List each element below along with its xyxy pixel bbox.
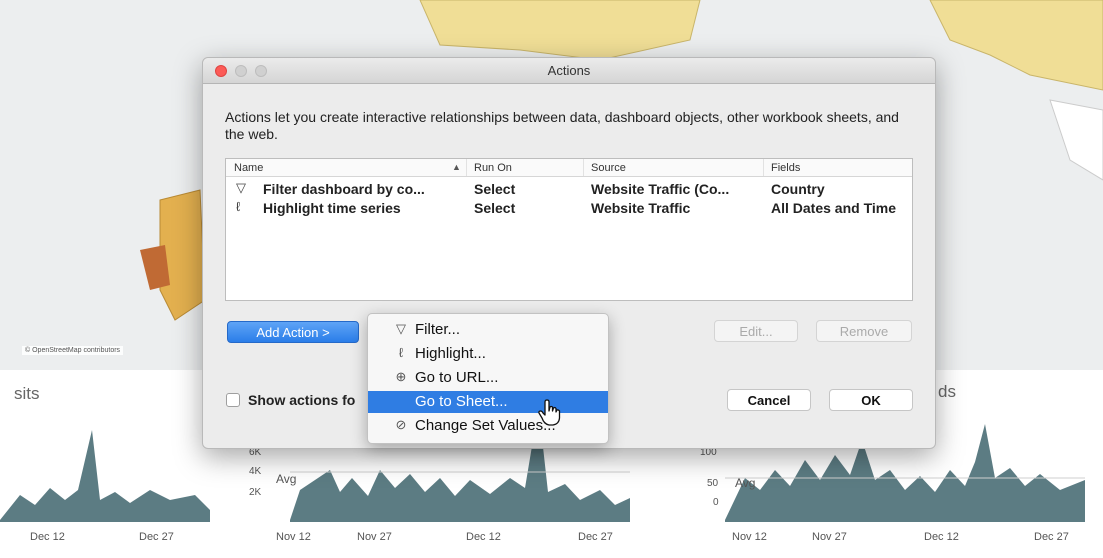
menu-item-filter[interactable]: ▽ Filter... xyxy=(368,319,608,341)
mid-x-tick: Nov 12 xyxy=(276,531,311,543)
right-chart-title: ds xyxy=(938,382,956,401)
col-header-name[interactable]: Name xyxy=(234,162,263,174)
left-chart-title: sits xyxy=(14,384,40,403)
left-x-tick: Dec 12 xyxy=(30,531,65,543)
edit-button[interactable]: Edit... xyxy=(714,320,798,342)
menu-item-go-to-sheet[interactable]: Go to Sheet... xyxy=(368,391,608,413)
row-fields: Country xyxy=(771,181,825,197)
table-row[interactable]: ℓ Highlight time series Select Website T… xyxy=(226,198,912,217)
right-x-tick: Nov 27 xyxy=(812,531,847,543)
menu-item-label: Change Set Values... xyxy=(415,417,556,434)
row-run-on: Select xyxy=(474,181,516,197)
actions-table: Name ▲ Run On Source Fields ▽ Filter das… xyxy=(225,158,913,301)
menu-item-label: Go to Sheet... xyxy=(415,393,508,410)
right-y-tick: 0 xyxy=(713,497,719,508)
mid-x-tick: Dec 27 xyxy=(578,531,613,543)
highlight-icon: ℓ xyxy=(236,199,241,214)
menu-item-label: Filter... xyxy=(415,321,461,338)
right-y-tick: 50 xyxy=(707,478,719,489)
dialog-description: Actions let you create interactive relat… xyxy=(225,109,899,142)
row-name: Highlight time series xyxy=(263,200,401,216)
menu-item-change-set-values[interactable]: ⊘ Change Set Values... xyxy=(368,415,608,437)
row-run-on: Select xyxy=(474,200,516,216)
filter-icon: ▽ xyxy=(236,180,246,195)
remove-button[interactable]: Remove xyxy=(816,320,912,342)
right-x-tick: Dec 27 xyxy=(1034,531,1069,543)
osm-credit: © OpenStreetMap contributors xyxy=(22,346,124,355)
ok-button[interactable]: OK xyxy=(829,389,913,411)
menu-item-label: Highlight... xyxy=(415,345,486,362)
col-header-source[interactable]: Source xyxy=(591,162,626,174)
col-header-run-on[interactable]: Run On xyxy=(474,162,512,174)
mid-x-tick: Dec 12 xyxy=(466,531,501,543)
col-header-fields[interactable]: Fields xyxy=(771,162,800,174)
highlight-icon: ℓ xyxy=(398,345,404,360)
right-avg-label: Avg xyxy=(735,476,756,490)
filter-icon: ▽ xyxy=(396,321,406,336)
dialog-title: Actions xyxy=(547,63,591,78)
globe-icon: ⊕ xyxy=(395,369,407,384)
menu-item-highlight[interactable]: ℓ Highlight... xyxy=(368,343,608,365)
mid-x-tick: Nov 27 xyxy=(357,531,392,543)
row-fields: All Dates and Time xyxy=(771,200,897,216)
map-land-left xyxy=(159,189,206,321)
menu-item-label: Go to URL... xyxy=(415,369,499,386)
cancel-button[interactable]: Cancel xyxy=(727,389,811,411)
table-row[interactable]: ▽ Filter dashboard by co... Select Websi… xyxy=(226,179,912,198)
add-action-button[interactable]: Add Action > xyxy=(227,321,359,343)
row-source: Website Traffic (Co... xyxy=(591,181,730,197)
add-action-menu: ▽ Filter... ℓ Highlight... ⊕ Go to URL..… xyxy=(367,313,609,444)
row-name: Filter dashboard by co... xyxy=(263,181,425,197)
table-header: Name ▲ Run On Source Fields xyxy=(226,159,912,177)
mid-y-tick: 2K xyxy=(249,487,262,498)
right-x-tick: Nov 12 xyxy=(732,531,767,543)
mid-avg-label: Avg xyxy=(276,472,297,486)
mid-y-tick: 4K xyxy=(249,466,262,477)
menu-item-go-to-url[interactable]: ⊕ Go to URL... xyxy=(368,367,608,389)
hand-cursor-icon xyxy=(538,399,561,426)
row-source: Website Traffic xyxy=(591,200,691,216)
set-values-icon: ⊘ xyxy=(395,417,407,432)
show-actions-label: Show actions fo xyxy=(248,392,356,408)
right-x-tick: Dec 12 xyxy=(924,531,959,543)
dialog-titlebar[interactable]: Actions xyxy=(203,58,935,84)
sort-ascending-icon: ▲ xyxy=(452,162,461,172)
left-x-tick: Dec 27 xyxy=(139,531,174,543)
show-actions-checkbox[interactable] xyxy=(226,393,240,407)
